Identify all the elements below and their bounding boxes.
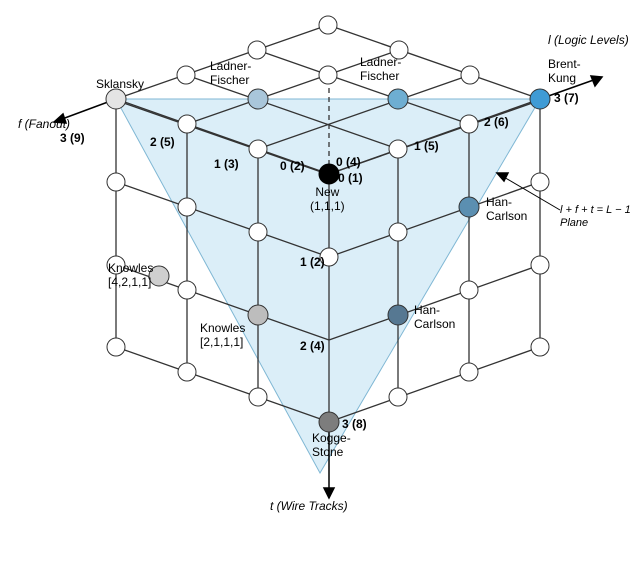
node-knowles-2111 — [248, 305, 268, 325]
plane-note: l + f + t = L − 1 Plane — [560, 204, 631, 229]
t3: 3 (8) — [342, 418, 367, 432]
lbl-kogge: Kogge- Stone — [312, 432, 351, 460]
node-kogge-stone — [319, 412, 339, 432]
lbl-brentkung: Brent- Kung — [548, 58, 581, 86]
lbl-hc2: Han- Carlson — [414, 304, 455, 332]
f2: 2 (5) — [150, 136, 175, 150]
axis-wiretracks-label: t (Wire Tracks) — [270, 500, 348, 514]
lbl-hc1: Han- Carlson — [486, 196, 527, 224]
t1: 1 (2) — [300, 256, 325, 270]
f3: 3 (9) — [60, 132, 85, 146]
lbl-k4211: Knowles [4,2,1,1] — [108, 262, 153, 290]
f1: 1 (3) — [214, 158, 239, 172]
node-sklansky — [106, 89, 126, 109]
lbl-sklansky: Sklansky — [96, 78, 144, 92]
lbl-ladnerL: Ladner- Fischer — [210, 60, 251, 88]
l0: 0 (4) — [336, 156, 361, 170]
adder-taxonomy-diagram: { "axes": { "fanout": { "label": "f (Fan… — [0, 0, 640, 561]
node-ladner-fischer-right — [388, 89, 408, 109]
axis-fanout-label: f (Fanout) — [18, 118, 70, 132]
node-han-carlson-1 — [459, 197, 479, 217]
l1: 1 (5) — [414, 140, 439, 154]
f0b: 0 (1) — [338, 172, 363, 186]
node-brent-kung — [530, 89, 550, 109]
f0a: 0 (2) — [280, 160, 305, 174]
t2: 2 (4) — [300, 340, 325, 354]
l2: 2 (6) — [484, 116, 509, 130]
lbl-ladnerR: Ladner- Fischer — [360, 56, 401, 84]
node-ladner-fischer-left — [248, 89, 268, 109]
lbl-k2111: Knowles [2,1,1,1] — [200, 322, 245, 350]
node-han-carlson-2 — [388, 305, 408, 325]
lbl-new: New (1,1,1) — [310, 186, 345, 214]
l3: 3 (7) — [554, 92, 579, 106]
axis-logiclevels-label: l (Logic Levels) — [548, 34, 629, 48]
